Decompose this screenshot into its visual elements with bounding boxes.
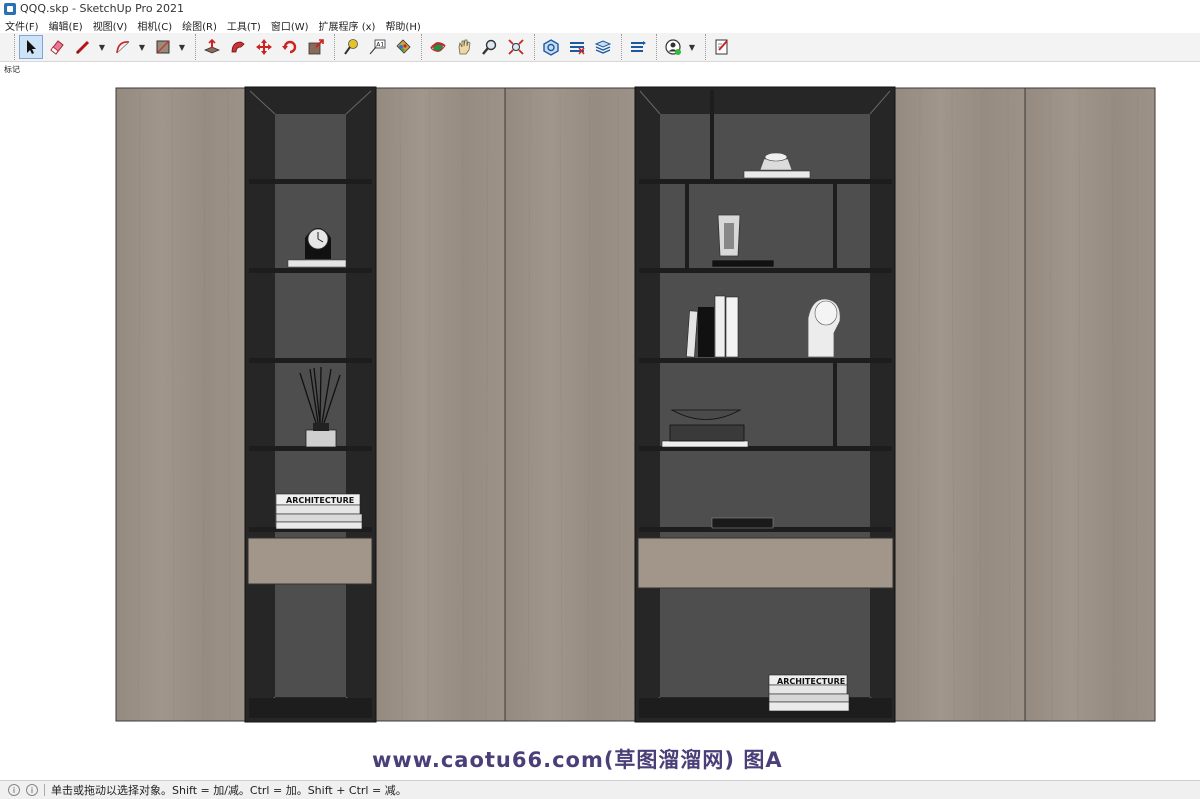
- model-info-button[interactable]: [710, 35, 734, 59]
- follow-me-icon: [231, 41, 245, 53]
- model-info-icon: [715, 39, 728, 55]
- wood-panel-2: [375, 87, 506, 722]
- layout-icon: [594, 40, 612, 54]
- zoom-icon: [482, 39, 497, 55]
- title-bar: QQQ.skp - SketchUp Pro 2021: [0, 0, 1200, 17]
- orbit-icon: [430, 42, 446, 52]
- model-scene: ARCHITECTURE ARCHITECTURE: [115, 86, 1156, 723]
- toolbar-group-warehouse: [534, 34, 617, 60]
- zoom-extents-tool-button[interactable]: [504, 35, 528, 59]
- follow-me-tool-button[interactable]: [226, 35, 250, 59]
- rectangle-tool-button[interactable]: [151, 35, 175, 59]
- rectangle-tool-dropdown[interactable]: ▼: [177, 35, 187, 59]
- text-icon: A1: [369, 39, 386, 55]
- arc-tool-dropdown[interactable]: ▼: [137, 35, 147, 59]
- svg-text:A1: A1: [376, 42, 384, 49]
- account-button[interactable]: [661, 35, 685, 59]
- menu-edit[interactable]: 编辑(E): [44, 18, 88, 33]
- arc-icon: [116, 41, 130, 54]
- small-box-decor: [711, 517, 774, 529]
- menu-bar: 文件(F) 编辑(E) 视图(V) 相机(C) 绘图(R) 工具(T) 窗口(W…: [0, 17, 1200, 33]
- status-bar: i i 单击或拖动以选择对象。Shift = 加/减。Ctrl = 加。Shif…: [0, 780, 1200, 799]
- rotate-icon: [282, 40, 297, 54]
- move-tool-button[interactable]: [252, 35, 276, 59]
- eraser-tool-button[interactable]: [45, 35, 69, 59]
- toolbar-group-principal: ▼ ▼ ▼: [14, 34, 191, 60]
- window-title: QQQ.skp - SketchUp Pro 2021: [20, 2, 185, 15]
- toolbar-group-camera: [421, 34, 530, 60]
- right-drawer: [637, 537, 894, 589]
- watermark-text: www.caotu66.com(草图溜溜网) 图A: [372, 748, 783, 772]
- pan-icon: [458, 39, 471, 55]
- scale-tool-button[interactable]: [304, 35, 328, 59]
- zoom-extents-icon: [508, 39, 524, 55]
- extension-warehouse-icon: [570, 42, 585, 55]
- extension-warehouse-button[interactable]: [565, 35, 589, 59]
- toolbar-group-info: [705, 34, 736, 60]
- line-tool-dropdown[interactable]: ▼: [97, 35, 107, 59]
- tape-measure-tool-button[interactable]: [339, 35, 363, 59]
- menu-help[interactable]: 帮助(H): [380, 18, 425, 33]
- paint-bucket-tool-button[interactable]: [391, 35, 415, 59]
- account-dropdown[interactable]: ▼: [687, 35, 697, 59]
- menu-file[interactable]: 文件(F): [0, 18, 44, 33]
- right-shelf-unit: [634, 86, 896, 723]
- book-label-left: ARCHITECTURE: [286, 496, 354, 505]
- wood-panel-3: [504, 87, 636, 722]
- paint-bucket-icon: [396, 39, 411, 54]
- rectangle-icon: [156, 40, 170, 54]
- extension-manager-icon: [631, 41, 646, 52]
- menu-draw[interactable]: 绘图(R): [177, 18, 222, 33]
- menu-tools[interactable]: 工具(T): [222, 18, 266, 33]
- left-drawer: [247, 537, 373, 585]
- menu-window[interactable]: 窗口(W): [266, 18, 314, 33]
- rotate-tool-button[interactable]: [278, 35, 302, 59]
- main-toolbar: ▼ ▼ ▼ A1 ▼: [0, 33, 1200, 62]
- book-stack-left: ARCHITECTURE: [275, 493, 363, 530]
- tag-label: 标记: [4, 65, 20, 74]
- select-icon: [27, 40, 36, 54]
- model-viewport[interactable]: ARCHITECTURE ARCHITECTURE: [0, 63, 1200, 780]
- sketchup-logo-icon: [4, 2, 16, 15]
- warehouse-button[interactable]: [539, 35, 563, 59]
- wood-panel-1: [115, 87, 246, 722]
- push-pull-icon: [203, 38, 221, 54]
- text-tool-button[interactable]: A1: [365, 35, 389, 59]
- pan-tool-button[interactable]: [452, 35, 476, 59]
- tape-measure-icon: [344, 39, 358, 55]
- layout-button[interactable]: [591, 35, 615, 59]
- info-icon[interactable]: i: [8, 784, 20, 796]
- toolbar-group-account: ▼: [656, 34, 701, 60]
- status-separator: [44, 784, 45, 796]
- toolbar-group-construction: A1: [334, 34, 417, 60]
- zoom-tool-button[interactable]: [478, 35, 502, 59]
- account-icon: [665, 39, 681, 55]
- toolbar-group-extensions: [621, 34, 652, 60]
- extension-manager-button[interactable]: [626, 35, 650, 59]
- warehouse-icon: [543, 39, 559, 56]
- credit-icon[interactable]: i: [26, 784, 38, 796]
- eraser-icon: [50, 40, 64, 55]
- menu-camera[interactable]: 相机(C): [132, 18, 177, 33]
- orbit-tool-button[interactable]: [426, 35, 450, 59]
- select-tool-button[interactable]: [19, 35, 43, 59]
- menu-view[interactable]: 视图(V): [88, 18, 133, 33]
- line-tool-button[interactable]: [71, 35, 95, 59]
- scale-icon: [308, 39, 324, 55]
- wood-panel-4: [894, 87, 1026, 722]
- status-text: 单击或拖动以选择对象。Shift = 加/减。Ctrl = 加。Shift + …: [51, 784, 407, 797]
- book-stack-bottom-right: ARCHITECTURE: [768, 674, 850, 712]
- wood-panel-5: [1024, 87, 1156, 722]
- move-icon: [256, 39, 272, 55]
- arc-tool-button[interactable]: [111, 35, 135, 59]
- line-icon: [75, 40, 90, 55]
- push-pull-tool-button[interactable]: [200, 35, 224, 59]
- toolbar-group-edit: [195, 34, 330, 60]
- menu-extensions[interactable]: 扩展程序 (x): [314, 18, 381, 33]
- book-label-right: ARCHITECTURE: [777, 677, 845, 686]
